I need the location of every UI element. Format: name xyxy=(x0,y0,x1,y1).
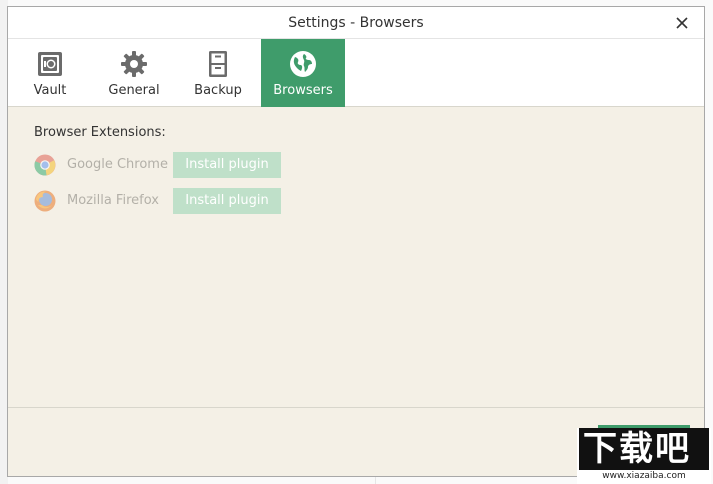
settings-dialog: Settings - Browsers Vault General Backup… xyxy=(7,6,705,477)
browsers-panel: Browser Extensions: Google Chrome Instal… xyxy=(8,107,704,407)
chrome-icon xyxy=(34,154,56,176)
firefox-icon xyxy=(34,190,56,212)
tab-backup[interactable]: Backup xyxy=(176,39,260,107)
browser-name: Mozilla Firefox xyxy=(67,193,159,208)
watermark-mark: 下载吧 xyxy=(579,428,709,470)
vault-icon xyxy=(38,52,62,76)
tab-general[interactable]: General xyxy=(92,39,176,107)
browser-name: Google Chrome xyxy=(67,157,168,172)
install-plugin-chrome-button[interactable]: Install plugin xyxy=(173,152,281,178)
background-divider xyxy=(375,476,376,484)
browser-row-chrome: Google Chrome Install plugin xyxy=(34,152,334,178)
tab-label: General xyxy=(108,83,160,98)
cabinet-icon xyxy=(209,51,227,77)
settings-tabs: Vault General Backup Browsers xyxy=(8,39,704,107)
close-button[interactable] xyxy=(672,13,692,33)
watermark-url: www.xiazaiba.com xyxy=(602,471,686,481)
tab-vault[interactable]: Vault xyxy=(8,39,92,107)
watermark-logo-text: 下载吧 xyxy=(583,429,691,469)
tab-label: Vault xyxy=(33,83,67,98)
tab-label: Backup xyxy=(194,83,242,98)
browser-row-firefox: Mozilla Firefox Install plugin xyxy=(34,188,334,214)
section-title: Browser Extensions: xyxy=(34,125,166,140)
watermark-logo: 下载吧 www.xiazaiba.com xyxy=(577,428,711,484)
tab-browsers[interactable]: Browsers xyxy=(261,39,345,107)
title-bar: Settings - Browsers xyxy=(8,7,704,39)
tab-label: Browsers xyxy=(273,83,333,98)
close-icon xyxy=(676,17,688,29)
install-plugin-firefox-button[interactable]: Install plugin xyxy=(173,188,281,214)
screen: Settings - Browsers Vault General Backup… xyxy=(0,0,713,484)
gear-icon xyxy=(121,51,147,77)
globe-icon xyxy=(290,51,316,77)
window-title: Settings - Browsers xyxy=(288,15,424,31)
